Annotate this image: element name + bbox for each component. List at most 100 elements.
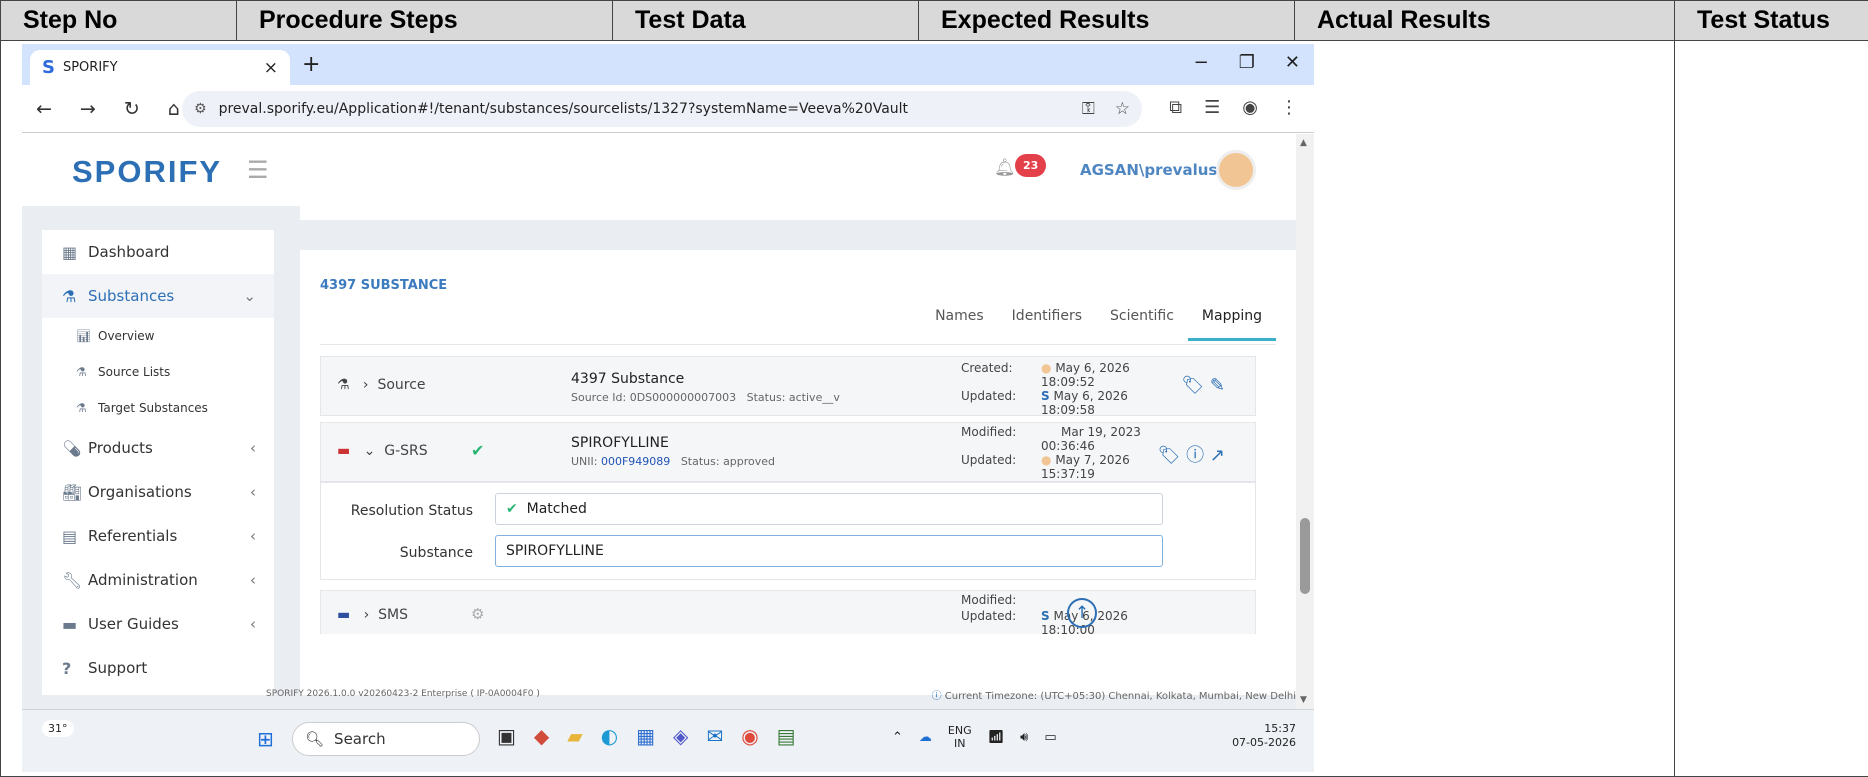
site-info-icon[interactable]: ⚙	[194, 101, 207, 117]
flask-icon: ⚗	[76, 401, 98, 415]
chrome-icon[interactable]: ◉	[741, 724, 758, 748]
avatar[interactable]	[1216, 150, 1256, 190]
tab-names[interactable]: Names	[921, 308, 998, 341]
forward-icon[interactable]: →	[80, 98, 96, 120]
page-title: 4397 SUBSTANCE	[320, 278, 447, 293]
tray-expand-icon[interactable]: ⌃	[892, 730, 903, 745]
source-meta: Source Id: 0DS000000007003 Status: activ…	[571, 391, 840, 404]
chevron-right-icon[interactable]: ›	[364, 607, 370, 623]
windows-start-icon[interactable]: ⊞	[257, 727, 274, 751]
mapping-row-gsrs[interactable]: ▬ ⌄ G-SRS ✔ SPIROFYLLINE UNII: 000F94908…	[320, 422, 1256, 482]
browser-tab[interactable]: S SPORIFY ×	[30, 50, 290, 85]
app-footer: SPORIFY 2026.1.0.0 v20260423-2 Enterpris…	[266, 682, 1296, 706]
sidebar-item-dashboard[interactable]: ▦ Dashboard	[42, 230, 274, 274]
new-tab-button[interactable]: +	[302, 52, 320, 77]
scrollbar-thumb[interactable]	[1300, 518, 1310, 594]
row-label: Source	[377, 377, 425, 393]
store-icon[interactable]: ▦	[636, 724, 655, 748]
check-circle-icon: ✔	[471, 441, 484, 460]
taskbar-search[interactable]: 🔍︎ Search	[292, 722, 480, 756]
tag-icon[interactable]: 🏷︎	[1181, 375, 1204, 396]
profile-icon[interactable]: ◉	[1242, 97, 1258, 118]
updated-label: Updated:	[961, 609, 1016, 623]
tab-close-icon[interactable]: ×	[264, 58, 278, 78]
volume-icon[interactable]: 🔊︎	[1020, 730, 1028, 745]
bell-icon[interactable]: 🔔︎	[994, 158, 1016, 178]
reload-icon[interactable]: ↻	[124, 98, 140, 120]
browser-toolbar: ← → ↻ ⌂ ⚙ preval.sporify.eu/Application#…	[22, 85, 1314, 133]
chevron-left-icon: ‹	[250, 527, 256, 545]
sidebar-subitem-overview[interactable]: 📊︎ Overview	[42, 318, 274, 354]
row-label: G-SRS	[384, 443, 427, 459]
gsrs-substance-link[interactable]: SPIROFYLLINE	[571, 435, 669, 451]
scroll-up-icon[interactable]: ▲	[1300, 138, 1307, 148]
resolution-status-field[interactable]: ✔ Matched	[495, 493, 1163, 525]
url-text: preval.sporify.eu/Application#!/tenant/s…	[219, 101, 909, 117]
back-icon[interactable]: ←	[36, 98, 52, 120]
sidebar-item-products[interactable]: 💊︎ Products ‹	[42, 426, 274, 470]
battery-icon[interactable]: ▭	[1044, 730, 1056, 745]
external-link-icon[interactable]: ↗	[1210, 445, 1225, 466]
sidebar-item-substances[interactable]: ⚗ Substances ⌄	[42, 274, 274, 318]
address-bar[interactable]: ⚙ preval.sporify.eu/Application#!/tenant…	[182, 91, 1142, 127]
edge-icon[interactable]: ◐	[601, 724, 618, 748]
sidebar-item-referentials[interactable]: ▤ Referentials ‹	[42, 514, 274, 558]
taskbar-clock[interactable]: 15:37 07-05-2026	[1232, 722, 1296, 750]
m365-icon[interactable]: ◆	[534, 724, 549, 748]
lang-bottom: IN	[954, 737, 965, 750]
unii-link[interactable]: 000F949089	[601, 455, 670, 468]
tab-divider	[320, 344, 1276, 345]
sidebar-item-administration[interactable]: 🔧︎ Administration ‹	[42, 558, 274, 602]
menu-kebab-icon[interactable]: ⋮	[1280, 97, 1298, 118]
sidebar-item-label: Support	[88, 659, 147, 677]
row-label-wrap: ⚗ › Source	[337, 377, 426, 393]
sidebar-subitem-label: Source Lists	[98, 365, 170, 379]
app-window-icon[interactable]: ▤	[777, 724, 796, 748]
minimize-icon[interactable]: −	[1194, 52, 1209, 73]
scroll-down-icon[interactable]: ▼	[1300, 695, 1307, 705]
home-icon[interactable]: ⌂	[168, 98, 180, 120]
extensions-icon[interactable]: ⧉	[1169, 97, 1182, 118]
reading-list-icon[interactable]: ☰	[1204, 97, 1220, 118]
flask-icon: ⚗	[62, 287, 88, 306]
tab-scientific[interactable]: Scientific	[1096, 308, 1188, 341]
info-icon[interactable]: ⓘ	[1186, 445, 1204, 466]
sporify-logo[interactable]: SPORIFY	[72, 154, 222, 190]
onedrive-icon[interactable]: ☁	[919, 730, 932, 745]
substance-input[interactable]: SPIROFYLLINE	[495, 535, 1163, 567]
page-scrollbar[interactable]: ▲ ▼	[1296, 134, 1314, 709]
sidebar-subitem-target-substances[interactable]: ⚗ Target Substances	[42, 390, 274, 426]
notification-badge[interactable]: 23	[1015, 154, 1046, 177]
wifi-icon[interactable]: 📶︎	[988, 730, 1005, 745]
tag-icon[interactable]: 🏷︎	[1158, 445, 1181, 466]
restore-icon[interactable]: ❐	[1239, 52, 1255, 73]
chevron-down-icon[interactable]: ⌄	[364, 443, 376, 459]
scroll-to-top-button[interactable]: ↑	[1067, 598, 1097, 628]
sidebar-item-organisations[interactable]: 🏭︎ Organisations ‹	[42, 470, 274, 514]
sporify-s-icon: S	[1041, 609, 1050, 623]
language-indicator[interactable]: ENG IN	[948, 724, 972, 750]
chevron-right-icon[interactable]: ›	[363, 377, 369, 393]
weather-widget[interactable]: 31°	[42, 720, 74, 737]
timezone-wrap: ⓘ Current Timezone: (UTC+05:30) Chennai,…	[932, 687, 1296, 702]
sidebar-item-user-guides[interactable]: ▬ User Guides ‹	[42, 602, 274, 646]
file-explorer-icon[interactable]: ▰	[567, 724, 582, 748]
hamburger-menu-icon[interactable]: ☰	[247, 156, 269, 184]
password-key-icon[interactable]: ⚿	[1082, 99, 1095, 119]
pills-icon: 💊︎	[62, 439, 88, 458]
task-view-icon[interactable]: ▣	[497, 724, 516, 748]
mapping-row-source[interactable]: ⚗ › Source 4397 Substance Source Id: 0DS…	[320, 356, 1256, 416]
bookmark-star-icon[interactable]: ☆	[1115, 99, 1130, 119]
windows-taskbar: 31° ⊞ 🔍︎ Search ▣ ◆ ▰ ◐ ▦ ◈ ✉ ◉ ▤ ⌃ ☁ EN…	[22, 709, 1314, 772]
close-window-icon[interactable]: ✕	[1285, 52, 1300, 73]
dashboard-icon: ▦	[62, 243, 88, 262]
sidebar-subitem-source-lists[interactable]: ⚗ Source Lists	[42, 354, 274, 390]
mapping-row-sms[interactable]: ▬ › SMS ⚙ Modified: Updated: S May 6, 20…	[320, 590, 1256, 634]
outlook-icon[interactable]: ✉	[706, 724, 723, 748]
sidebar-item-support[interactable]: ? Support	[42, 646, 274, 690]
tab-mapping[interactable]: Mapping	[1188, 308, 1276, 341]
source-status: Status: active__v	[747, 391, 840, 404]
tab-identifiers[interactable]: Identifiers	[998, 308, 1096, 341]
edit-icon[interactable]: ✎	[1210, 375, 1225, 396]
teams-icon[interactable]: ◈	[673, 724, 688, 748]
